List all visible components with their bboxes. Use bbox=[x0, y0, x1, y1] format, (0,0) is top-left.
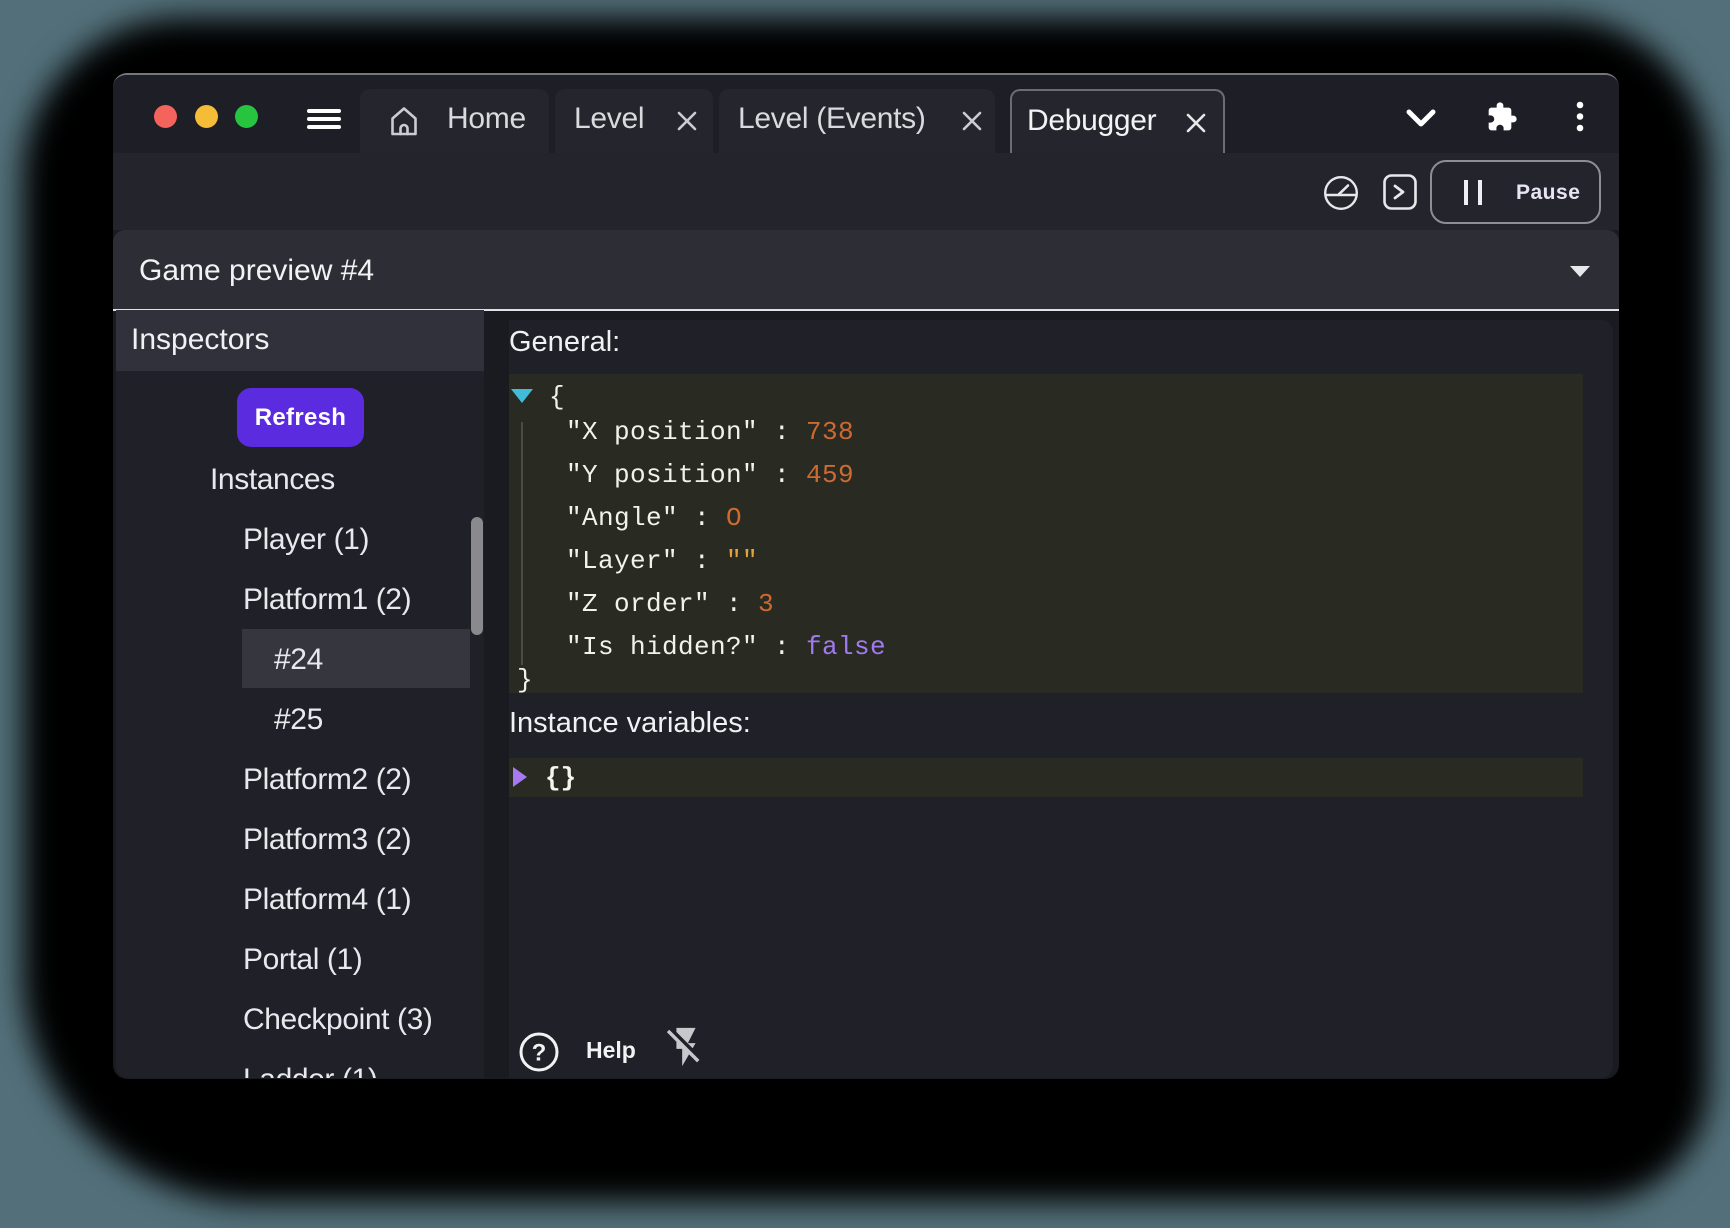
svg-text:?: ? bbox=[532, 1040, 547, 1067]
